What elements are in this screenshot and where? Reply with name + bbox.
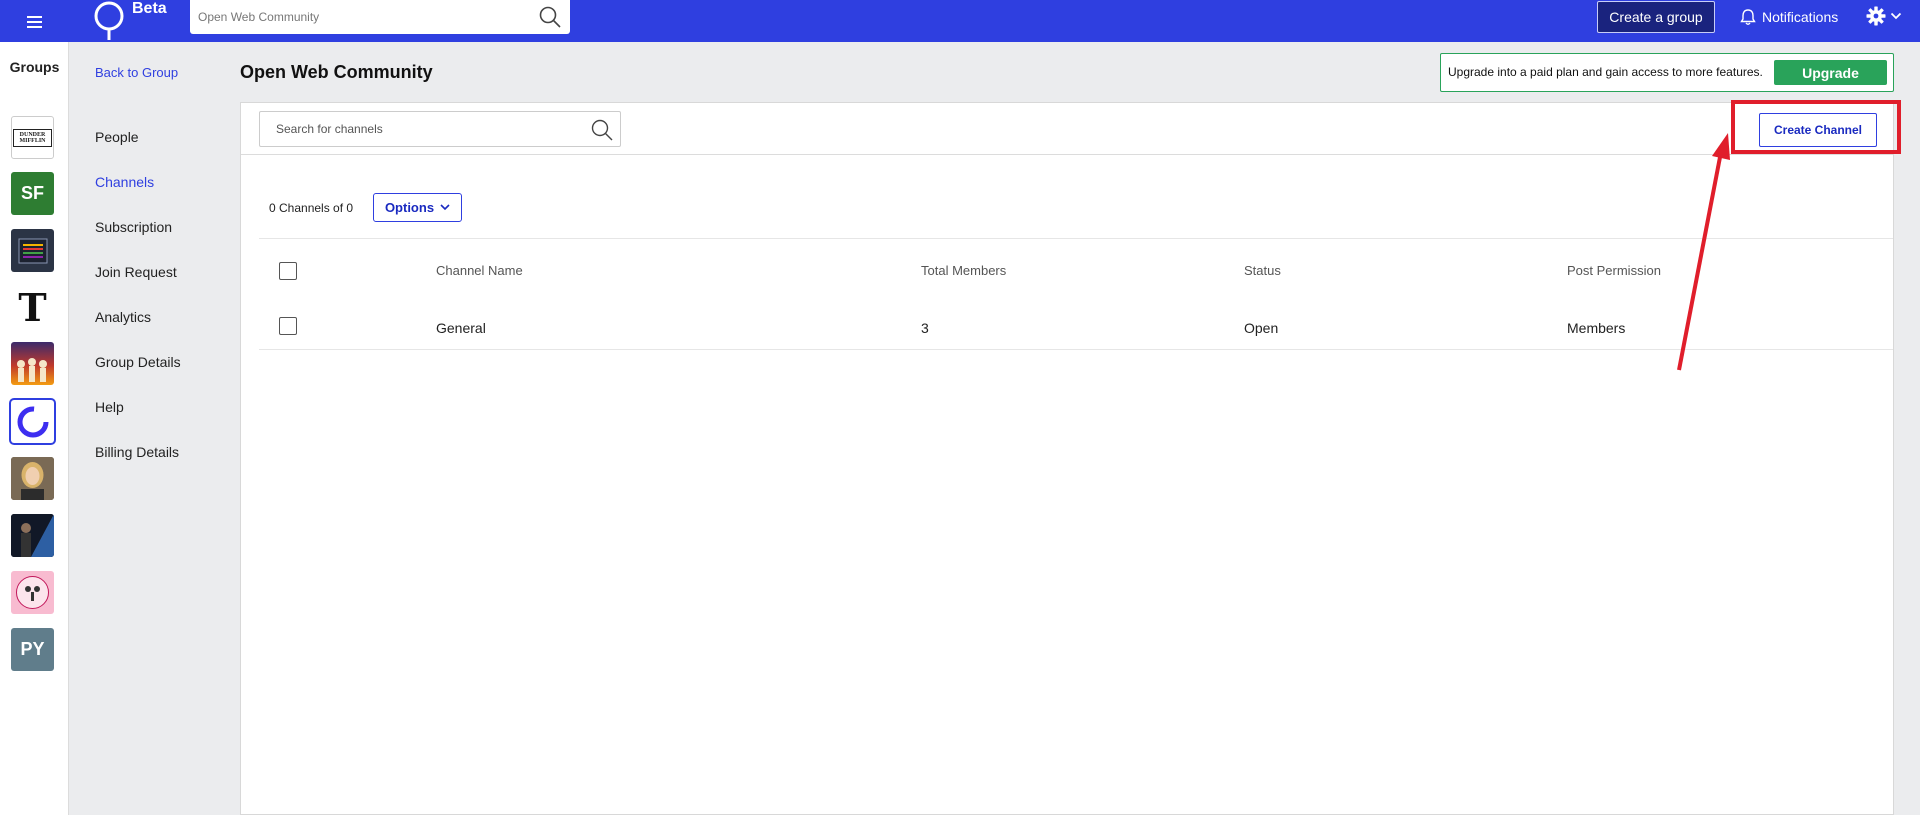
options-label: Options <box>384 200 435 215</box>
group-person-photo[interactable] <box>11 457 54 500</box>
nav-item-people[interactable]: People <box>95 129 139 145</box>
nav-item-channels[interactable]: Channels <box>95 174 154 190</box>
group-dunder-mifflin[interactable]: DUNDER MIFFLIN <box>11 116 54 159</box>
select-all-checkbox[interactable] <box>279 262 297 280</box>
top-bar: Beta Create a group Notifications <box>0 0 1920 42</box>
page-title: Open Web Community <box>240 62 433 82</box>
row-checkbox[interactable] <box>279 317 297 335</box>
divider <box>259 238 1893 239</box>
group-open-web-community[interactable] <box>11 400 54 443</box>
column-header-total-members[interactable]: Total Members <box>921 263 1006 278</box>
channel-search[interactable] <box>259 111 621 147</box>
channels-panel: Create Channel 0 Channels of 0 Options C… <box>240 102 1894 815</box>
channel-search-input[interactable] <box>276 120 576 138</box>
gear-icon <box>1866 6 1886 26</box>
dunder-mifflin-logo: DUNDER MIFFLIN <box>13 128 52 147</box>
group-nyt[interactable]: T <box>11 286 54 329</box>
group-settings-nav: Back to Group People Channels Subscripti… <box>70 42 230 815</box>
channel-count: 0 Channels of 0 <box>269 201 354 215</box>
upgrade-text: Upgrade into a paid plan and gain access… <box>1448 65 1763 79</box>
column-header-post-permission[interactable]: Post Permission <box>1567 263 1661 278</box>
global-search[interactable] <box>190 0 570 34</box>
group-sf[interactable]: SF <box>11 172 54 215</box>
options-dropdown[interactable]: Options <box>373 193 462 222</box>
annotation-highlight-box <box>1731 100 1901 154</box>
chevron-down-icon <box>440 204 450 211</box>
cell-post-permission: Members <box>1567 320 1626 336</box>
nav-item-group-details[interactable]: Group Details <box>95 354 181 370</box>
nav-item-help[interactable]: Help <box>95 399 124 415</box>
global-search-input[interactable] <box>198 7 518 27</box>
settings-menu[interactable] <box>1866 6 1902 26</box>
beta-badge: Beta <box>132 0 167 17</box>
search-icon[interactable] <box>538 5 562 29</box>
groups-title: Groups <box>9 59 60 75</box>
pink-badge-image <box>16 576 49 609</box>
notifications-button[interactable]: Notifications <box>1740 7 1838 27</box>
app-logo[interactable]: Beta <box>92 0 167 42</box>
bell-icon <box>1740 9 1756 25</box>
chevron-down-icon <box>1890 12 1902 20</box>
menu-icon[interactable] <box>22 10 48 32</box>
cell-channel-name[interactable]: General <box>436 320 486 336</box>
groups-rail: Groups DUNDER MIFFLIN SF T PY <box>0 42 69 815</box>
ring-logo-icon <box>17 406 48 437</box>
upgrade-banner: Upgrade into a paid plan and gain access… <box>1440 53 1894 92</box>
cell-total-members: 3 <box>921 320 929 336</box>
group-book[interactable] <box>11 229 54 272</box>
nav-item-join-request[interactable]: Join Request <box>95 264 177 280</box>
channels-toolbar: Create Channel <box>241 103 1893 155</box>
row-divider <box>259 349 1893 350</box>
group-concert[interactable] <box>11 342 54 385</box>
notifications-label: Notifications <box>1762 9 1839 25</box>
group-pink-badge[interactable] <box>11 571 54 614</box>
create-group-button[interactable]: Create a group <box>1597 1 1715 33</box>
nav-item-subscription[interactable]: Subscription <box>95 219 172 235</box>
logo-icon <box>94 1 124 40</box>
photo-image <box>11 514 54 557</box>
nyt-logo: T <box>18 286 47 329</box>
column-header-status[interactable]: Status <box>1244 263 1281 278</box>
group-py-initials: PY <box>20 639 45 659</box>
nav-item-analytics[interactable]: Analytics <box>95 309 151 325</box>
upgrade-button[interactable]: Upgrade <box>1774 60 1887 85</box>
search-icon[interactable] <box>590 118 614 142</box>
person-avatar <box>11 457 54 500</box>
back-to-group-link[interactable]: Back to Group <box>95 65 178 80</box>
group-sf-initials: SF <box>20 183 44 203</box>
cell-status: Open <box>1244 320 1279 336</box>
nav-item-billing-details[interactable]: Billing Details <box>95 444 179 460</box>
group-py[interactable]: PY <box>11 628 54 671</box>
book-icon <box>18 238 47 263</box>
concert-image <box>17 358 47 382</box>
group-photo[interactable] <box>11 514 54 557</box>
column-header-channel-name[interactable]: Channel Name <box>436 263 523 278</box>
